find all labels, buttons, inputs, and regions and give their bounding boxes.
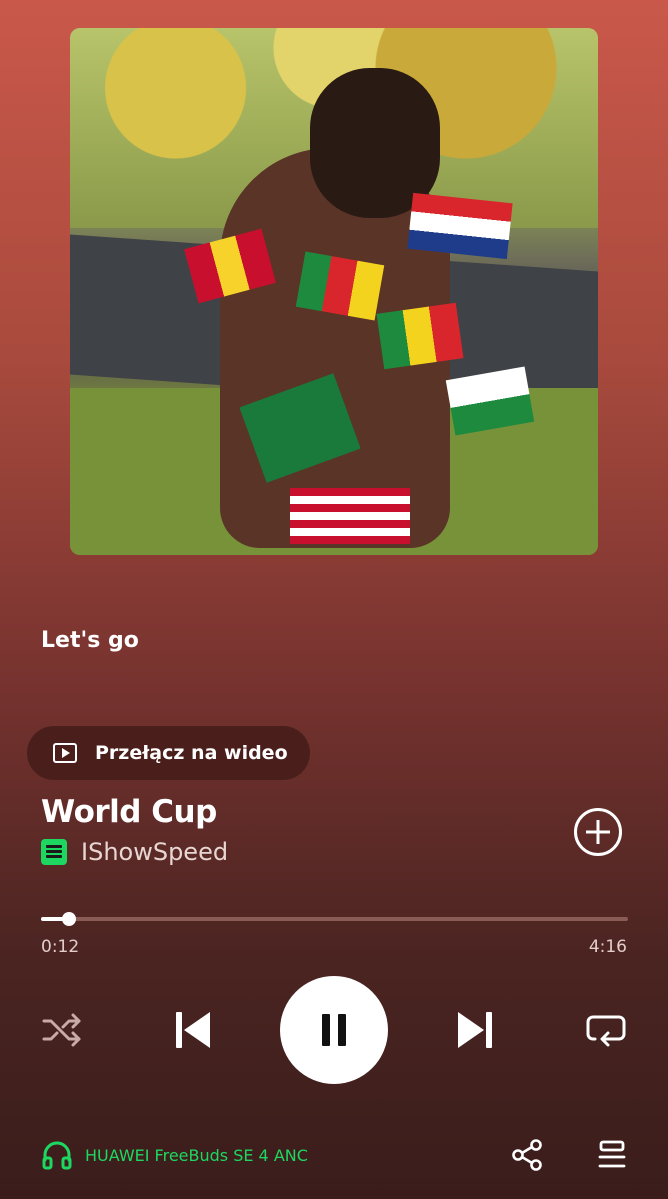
- next-button[interactable]: [454, 1008, 498, 1052]
- duration-time: 4:16: [588, 937, 627, 957]
- device-name: HUAWEI FreeBuds SE 4 ANC: [85, 1145, 308, 1165]
- pause-button[interactable]: [280, 976, 388, 1084]
- progress-track[interactable]: [41, 917, 628, 921]
- shuffle-button[interactable]: [38, 1010, 86, 1050]
- queue-button[interactable]: [594, 1136, 630, 1174]
- skip-previous-icon: [176, 1012, 210, 1048]
- art-flag: [376, 302, 464, 370]
- artist-name[interactable]: IShowSpeed: [81, 838, 228, 866]
- connected-device[interactable]: HUAWEI FreeBuds SE 4 ANC: [41, 1140, 308, 1170]
- skip-next-icon: [458, 1012, 492, 1048]
- art-flag: [407, 192, 513, 260]
- share-icon: [512, 1139, 542, 1171]
- playlist-icon: [41, 839, 67, 865]
- lyrics-preview-title[interactable]: Let's go: [41, 628, 139, 653]
- artist-row[interactable]: IShowSpeed: [41, 838, 228, 866]
- repeat-button[interactable]: [582, 1008, 630, 1052]
- shuffle-icon: [42, 1013, 81, 1047]
- switch-to-video-button[interactable]: Przełącz na wideo: [27, 726, 310, 780]
- track-title[interactable]: World Cup: [41, 794, 217, 830]
- elapsed-time: 0:12: [41, 937, 80, 957]
- video-play-icon: [53, 743, 77, 763]
- previous-button[interactable]: [170, 1008, 214, 1052]
- switch-to-video-label: Przełącz na wideo: [95, 742, 288, 764]
- pause-icon: [338, 1014, 346, 1046]
- share-button[interactable]: [508, 1136, 546, 1174]
- queue-icon: [598, 1140, 626, 1168]
- album-art: [70, 28, 598, 555]
- pause-icon: [322, 1014, 330, 1046]
- add-to-library-button[interactable]: [574, 808, 622, 856]
- art-flag: [290, 488, 410, 544]
- repeat-icon: [586, 1015, 626, 1047]
- progress-thumb[interactable]: [62, 912, 76, 926]
- headphones-icon: [42, 1141, 72, 1170]
